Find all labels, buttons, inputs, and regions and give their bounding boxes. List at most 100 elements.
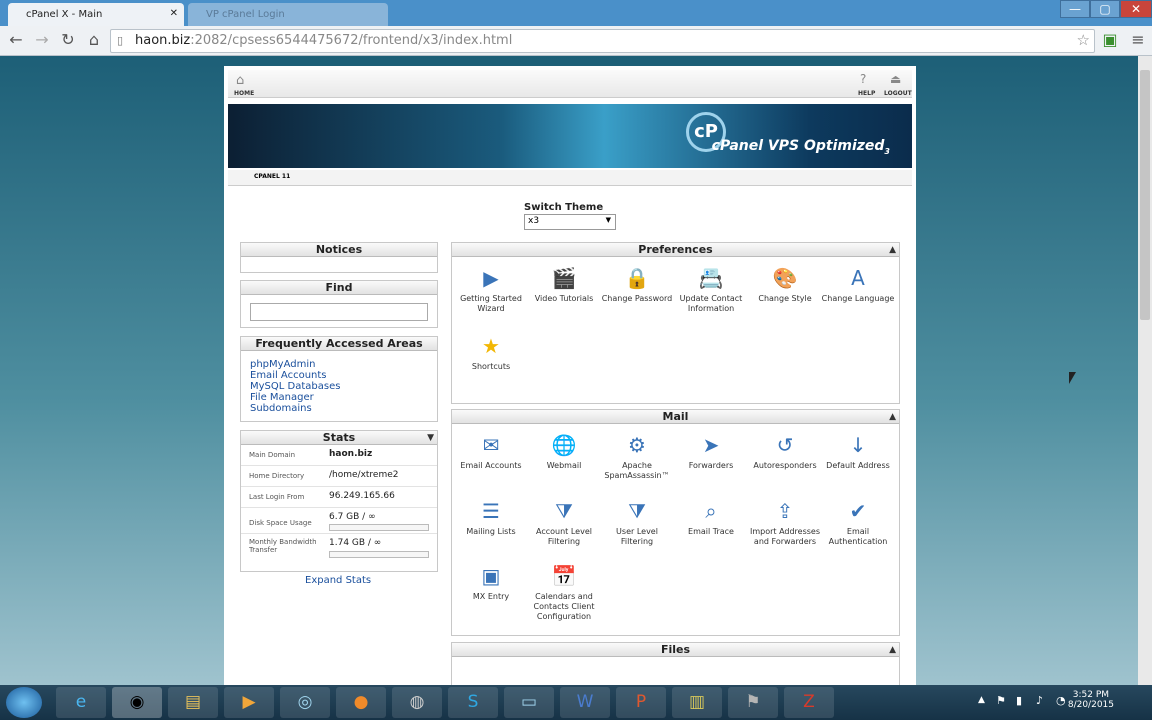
clock[interactable]: 3:52 PM 8/20/2015 — [1068, 690, 1114, 710]
mail-item[interactable]: ⧩ Account Level Filtering — [527, 498, 601, 547]
tab-cpanel-main[interactable]: cPanel X - Main ✕ — [8, 3, 184, 26]
wifi-icon[interactable]: ◔ — [1056, 694, 1066, 707]
logo-text: cPanel VPS Optimized — [711, 138, 885, 154]
url-field[interactable]: ▯ haon.biz:2082/cpsess6544475672/fronten… — [110, 29, 1095, 53]
close-window-button[interactable]: ✕ — [1120, 0, 1152, 18]
collapse-icon[interactable]: ▲ — [889, 643, 896, 657]
start-button[interactable] — [6, 687, 42, 718]
mail-header[interactable]: Mail ▲ — [452, 410, 899, 424]
faa-link-subdomains[interactable]: Subdomains — [250, 403, 437, 414]
preferences-title: Preferences — [638, 243, 713, 256]
camera-icon[interactable]: ◍ — [392, 687, 442, 718]
notes-icon[interactable]: ▥ — [672, 687, 722, 718]
minimize-button[interactable]: — — [1060, 0, 1090, 18]
skype-icon[interactable]: S — [448, 687, 498, 718]
help-link[interactable]: HELP — [858, 90, 875, 97]
mail-item[interactable]: ⌕ Email Trace — [674, 498, 748, 537]
maximize-button[interactable]: ▢ — [1090, 0, 1120, 18]
theme-select[interactable]: x3 ▼ — [524, 214, 616, 230]
back-icon[interactable]: ← — [6, 30, 26, 50]
home-link[interactable]: HOME — [234, 90, 254, 97]
language-icon: A — [851, 266, 865, 290]
mail-item[interactable]: ✔ Email Authentication — [821, 498, 895, 547]
help-icon[interactable]: ? — [860, 72, 866, 86]
scrollbar-thumb[interactable] — [1140, 70, 1150, 320]
preferences-item[interactable]: 🎬 Video Tutorials — [527, 265, 601, 304]
preferences-item[interactable]: 📇 Update Contact Information — [674, 265, 748, 314]
mail-item[interactable]: ⚙ Apache SpamAssassin™ — [600, 432, 674, 481]
preferences-item[interactable]: 🎨 Change Style — [748, 265, 822, 304]
internet-explorer-icon[interactable]: e — [56, 687, 106, 718]
stat-key: Disk Space Usage — [249, 519, 312, 527]
mailing-list-icon: ☰ — [482, 499, 500, 523]
mail-item[interactable]: ☰ Mailing Lists — [454, 498, 528, 537]
play-circle-icon: ▶ — [483, 266, 499, 290]
word-icon[interactable]: W — [560, 687, 610, 718]
flag-icon[interactable]: ⚑ — [996, 694, 1006, 707]
faa-link-email-accounts[interactable]: Email Accounts — [250, 370, 437, 381]
frequently-accessed-header: Frequently Accessed Areas — [241, 337, 437, 351]
bandwidth-bar — [329, 551, 429, 558]
stats-header[interactable]: Stats ▼ — [241, 431, 437, 445]
logout-link[interactable]: LOGOUT — [884, 90, 912, 97]
mail-item[interactable]: 📅 Calendars and Contacts Client Configura… — [527, 563, 601, 622]
remote-desktop-icon[interactable]: ▭ — [504, 687, 554, 718]
home-icon[interactable]: ⌂ — [84, 30, 104, 50]
mail-item[interactable]: ⇪ Import Addresses and Forwarders — [748, 498, 822, 547]
faa-link-phpmyadmin[interactable]: phpMyAdmin — [250, 359, 437, 370]
faa-link-file-manager[interactable]: File Manager — [250, 392, 437, 403]
stat-row: Monthly Bandwidth Transfer 1.74 GB / ∞ — [241, 534, 437, 562]
tray-expand-icon[interactable]: ▲ — [978, 695, 985, 705]
mail-item[interactable]: ➤ Forwarders — [674, 432, 748, 471]
close-tab-icon[interactable]: ✕ — [170, 8, 178, 19]
preferences-header[interactable]: Preferences ▲ — [452, 243, 899, 257]
expand-stats-link[interactable]: Expand Stats — [305, 575, 371, 586]
mail-item-label: Webmail — [546, 461, 582, 470]
preferences-item[interactable]: A Change Language — [821, 265, 895, 304]
stat-key: Monthly Bandwidth Transfer — [249, 538, 317, 554]
preferences-item[interactable]: ▶ Getting Started Wizard — [454, 265, 528, 314]
mail-item[interactable]: 🌐 Webmail — [527, 432, 601, 471]
faa-link-mysql-databases[interactable]: MySQL Databases — [250, 381, 437, 392]
tab-cpanel-login[interactable]: VP cPanel Login — [188, 3, 388, 26]
filezilla-icon[interactable]: Z — [784, 687, 834, 718]
preferences-item[interactable]: ★ Shortcuts — [454, 333, 528, 372]
reload-icon[interactable]: ↻ — [58, 30, 78, 50]
mail-item[interactable]: ▣ MX Entry — [454, 563, 528, 602]
battery-icon[interactable]: ▮ — [1016, 694, 1022, 707]
mail-item[interactable]: ✉ Email Accounts — [454, 432, 528, 471]
forward-icon[interactable]: → — [32, 30, 52, 50]
preferences-item[interactable]: 🔒 Change Password — [600, 265, 674, 304]
collapse-icon[interactable]: ▲ — [889, 410, 896, 424]
media-player-icon[interactable]: ▶ — [224, 687, 274, 718]
network-icon[interactable]: ◎ — [280, 687, 330, 718]
notices-header: Notices — [241, 243, 437, 257]
preferences-item-label: Change Password — [601, 294, 673, 303]
mail-item[interactable]: ↺ Autoresponders — [748, 432, 822, 471]
chrome-icon[interactable]: ◉ — [112, 687, 162, 718]
app-icon[interactable]: ⚑ — [728, 687, 778, 718]
home-icon[interactable]: ⌂ — [236, 73, 244, 88]
file-explorer-icon[interactable]: ▤ — [168, 687, 218, 718]
cpanel-banner: cP cPanel VPS Optimized3 — [228, 104, 912, 168]
preferences-panel: Preferences ▲ ▶ Getting Started Wizard 🎬 Vid… — [451, 242, 900, 404]
files-header[interactable]: Files ▲ — [452, 643, 899, 657]
scrollbar[interactable] — [1138, 56, 1152, 685]
bookmark-star-icon[interactable]: ☆ — [1077, 31, 1090, 49]
volume-icon[interactable]: ♪ — [1036, 694, 1043, 707]
stat-value: 96.249.165.66 — [329, 491, 395, 501]
breadcrumb: CPANEL 11 — [228, 170, 912, 186]
mx-entry-icon: ▣ — [481, 564, 501, 588]
powerpoint-icon[interactable]: P — [616, 687, 666, 718]
firefox-icon[interactable]: ● — [336, 687, 386, 718]
stat-value: haon.biz — [329, 449, 373, 459]
mail-item-label: Default Address — [826, 461, 890, 470]
collapse-icon[interactable]: ▲ — [889, 243, 896, 257]
chevron-down-icon[interactable]: ▼ — [427, 431, 434, 445]
logout-icon[interactable]: ⏏ — [890, 72, 901, 86]
extension-icon[interactable]: ▣ — [1100, 30, 1120, 50]
mail-item[interactable]: ⧩ User Level Filtering — [600, 498, 674, 547]
mail-item[interactable]: ↓ Default Address — [821, 432, 895, 471]
menu-icon[interactable]: ≡ — [1128, 30, 1148, 50]
find-input[interactable] — [250, 303, 428, 321]
